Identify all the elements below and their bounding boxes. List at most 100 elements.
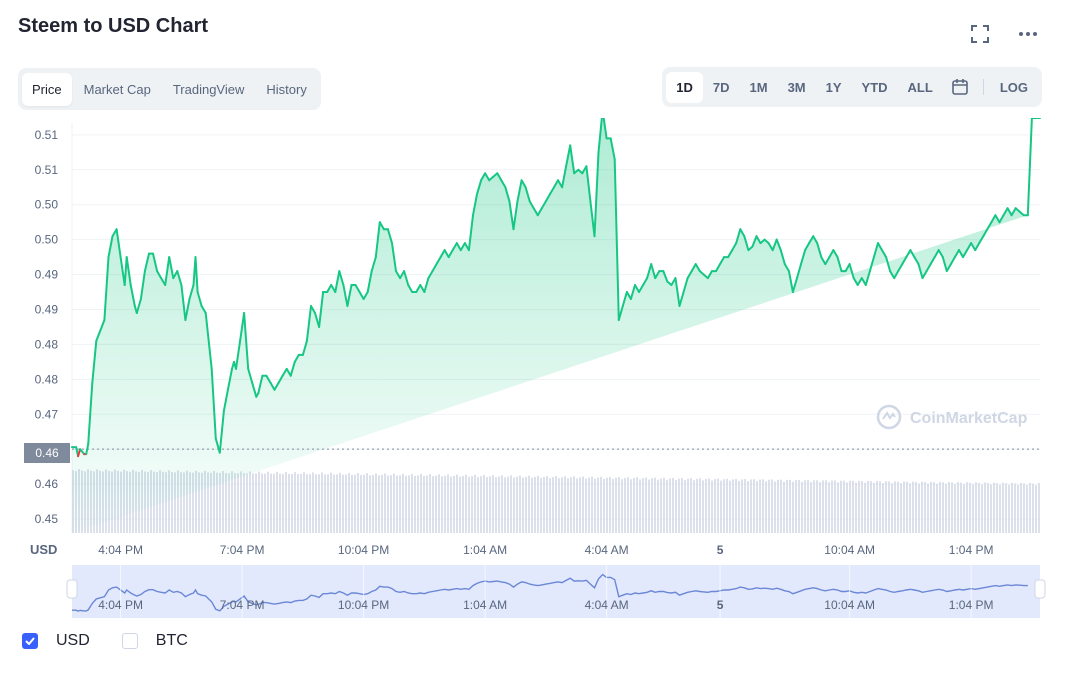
x-tick-label: 7:04 PM [220,543,265,557]
volume-bar [1002,482,1004,533]
more-icon[interactable] [1016,22,1040,46]
current-price-label: 0.46 [35,446,59,460]
y-tick-label: 0.49 [35,268,59,282]
volume-bar [933,482,935,533]
range-1d[interactable]: 1D [666,71,703,103]
range-ytd[interactable]: YTD [852,72,898,103]
volume-bar [675,480,677,533]
volume-bar [504,477,506,533]
volume-bar [969,482,971,533]
volume-bar [456,474,458,533]
volume-bar [840,480,842,533]
range-1y[interactable]: 1Y [816,72,852,103]
volume-bar [651,478,653,533]
volume-bar [354,474,356,533]
volume-bar [480,476,482,533]
x-axis: 4:04 PM 7:04 PM 10:04 PM 1:04 AM 4:04 AM 5 10:… [98,543,993,557]
range-7d[interactable]: 7D [703,72,740,103]
volume-bar [234,472,236,533]
tab-tradingview[interactable]: TradingView [163,73,255,106]
volume-bar [462,475,464,533]
volume-bar [948,482,950,533]
volume-bar [498,476,500,533]
volume-bar [1011,482,1013,533]
volume-bar [690,478,692,533]
volume-bar [279,473,281,533]
volume-bar [336,474,338,533]
range-navigator[interactable]: 4:04 PM 7:04 PM 10:04 PM 1:04 AM 4:04 AM 5 10:… [66,565,1046,618]
volume-bar [618,477,620,533]
volume-bar [741,479,743,533]
volume-bar [246,473,248,533]
volume-bar [264,473,266,533]
tab-market-cap[interactable]: Market Cap [74,73,161,106]
x-tick-label: 1:04 PM [949,543,994,557]
volume-bar [777,479,779,533]
volume-bar [306,474,308,533]
volume-bar [297,474,299,533]
volume-bar [714,479,716,533]
volume-bar [789,479,791,533]
legend-btc[interactable]: BTC [121,632,188,650]
volume-bar [729,480,731,533]
volume-bar [423,476,425,533]
volume-bar [558,478,560,533]
legend-usd[interactable]: USD [22,632,90,650]
volume-bar [483,474,485,533]
btc-checkbox[interactable] [121,633,138,649]
volume-bar [285,472,287,533]
volume-bar [1014,483,1016,533]
tab-price[interactable]: Price [22,72,72,106]
volume-bar [552,477,554,533]
range-1m[interactable]: 1M [740,72,778,103]
calendar-icon[interactable] [943,72,977,102]
volume-bar [759,479,761,533]
volume-bar [687,478,689,533]
volume-bar [945,483,947,533]
volume-bar [873,482,875,533]
volume-bar [375,473,377,533]
navigator-left-handle[interactable] [66,579,78,599]
volume-bar [576,478,578,533]
volume-bar [294,472,296,533]
volume-bar [342,474,344,533]
volume-bar [399,475,401,533]
volume-bar [663,477,665,533]
volume-bar [996,483,998,533]
volume-bar [567,478,569,533]
volume-bar [492,475,494,533]
volume-bar [684,480,686,533]
volume-bar [273,473,275,533]
price-chart[interactable]: 0.51 0.51 0.50 0.50 0.49 0.49 0.48 0.48 0.47 0.46… [0,118,1080,623]
volume-bar [705,478,707,533]
navigator-right-handle[interactable] [1034,579,1046,599]
volume-bar [753,479,755,533]
volume-bar [879,481,881,533]
volume-bar [708,478,710,533]
volume-bar [609,476,611,533]
range-all[interactable]: ALL [898,72,943,103]
volume-bar [288,473,290,533]
volume-bar [819,482,821,533]
volume-bar [900,483,902,533]
coinmarketcap-watermark: CoinMarketCap [876,404,1028,430]
volume-bar [591,476,593,533]
range-3m[interactable]: 3M [778,72,816,103]
volume-bar [390,475,392,533]
volume-bar [936,483,938,533]
volume-bar [495,477,497,533]
volume-bar [1008,484,1010,533]
volume-bar [858,480,860,533]
volume-bar [825,480,827,533]
volume-bar [864,482,866,533]
tab-history[interactable]: History [256,73,316,106]
volume-bar [582,476,584,533]
usd-checkbox[interactable] [22,633,38,649]
volume-bar [486,477,488,533]
volume-bar [807,480,809,533]
volume-bar [912,481,914,533]
log-toggle[interactable]: LOG [990,72,1038,103]
volume-bar [795,480,797,533]
fullscreen-icon[interactable] [968,22,992,46]
volume-bar [957,482,959,533]
